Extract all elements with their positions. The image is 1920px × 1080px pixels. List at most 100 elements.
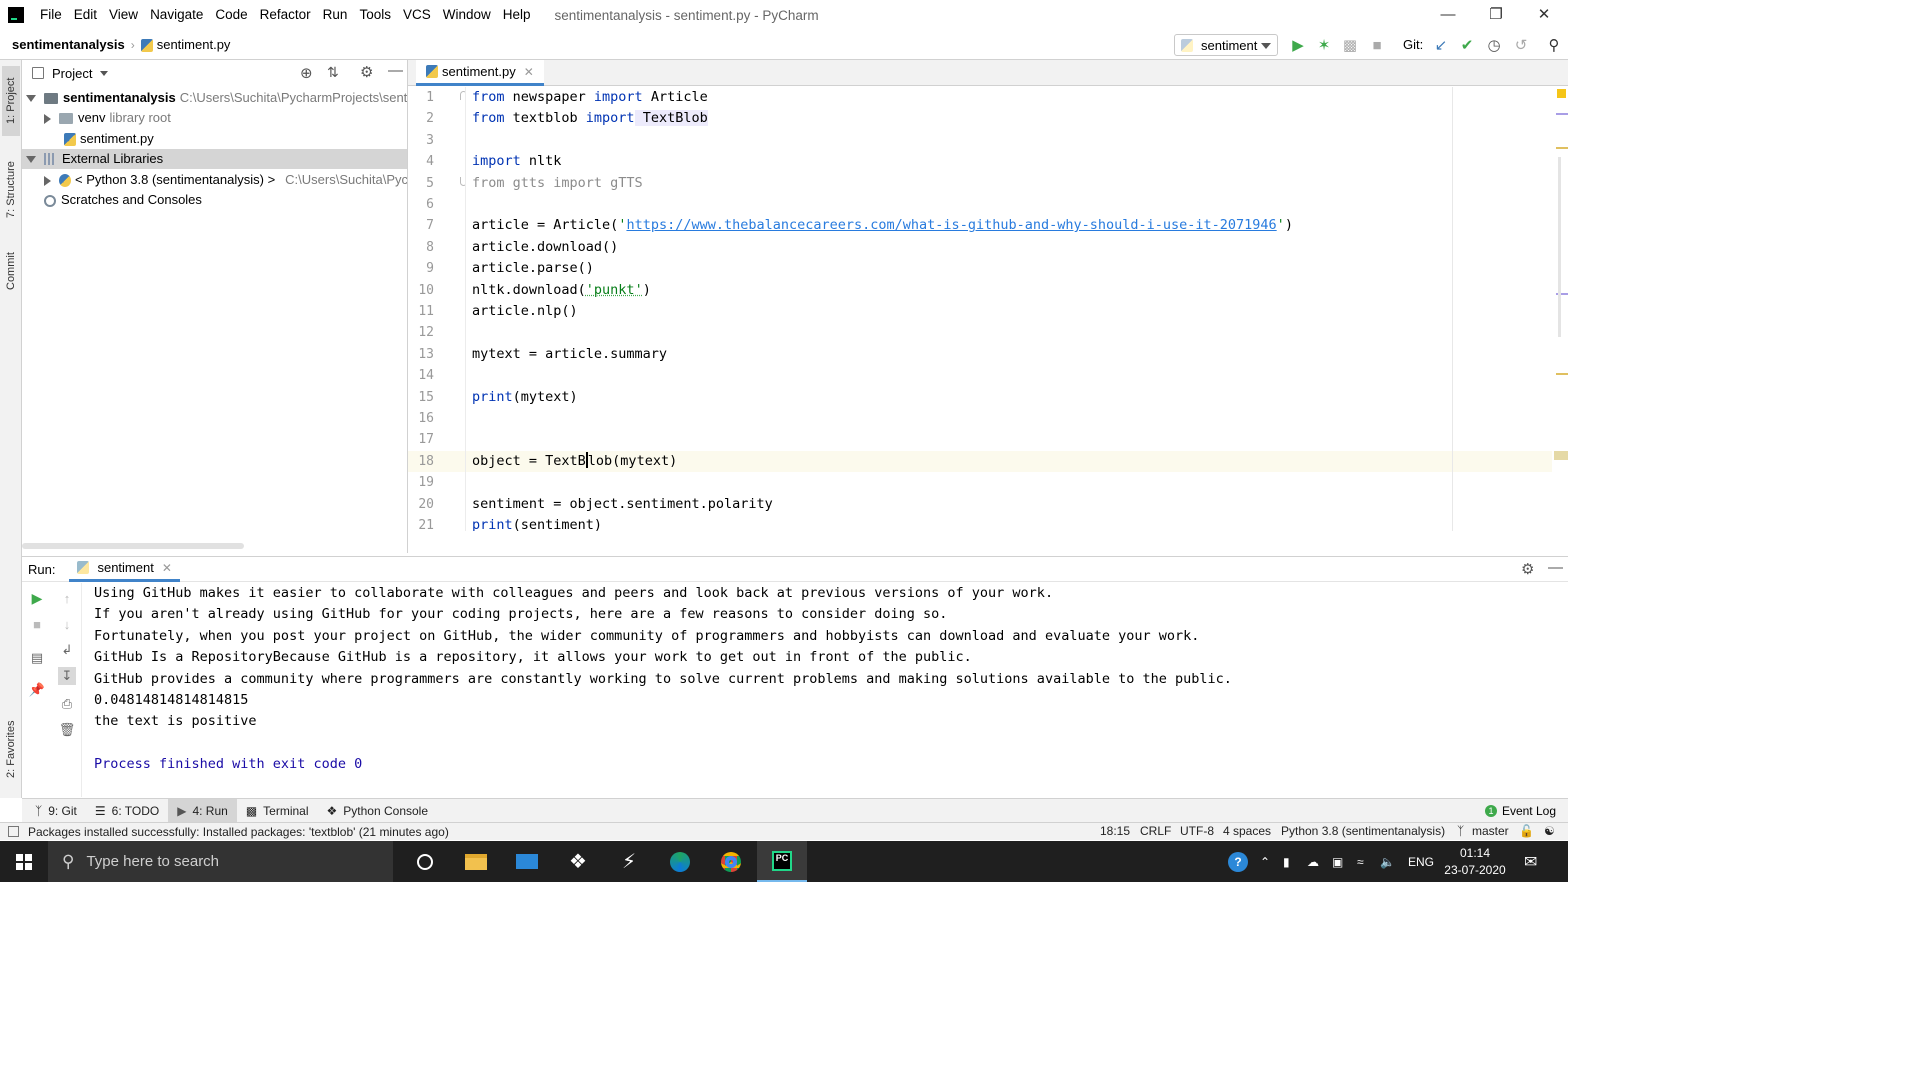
rollback-icon[interactable]: ↺ bbox=[1512, 36, 1530, 54]
breadcrumb-project[interactable]: sentimentanalysis bbox=[12, 37, 125, 52]
chevron-right-icon[interactable] bbox=[44, 175, 51, 186]
run-tab-sentiment[interactable]: sentiment ✕ bbox=[69, 556, 180, 582]
tool-tab-structure[interactable]: 7: Structure bbox=[2, 150, 20, 230]
menu-navigate[interactable]: Navigate bbox=[144, 0, 209, 30]
arrow-up-icon[interactable]: ↑ bbox=[58, 589, 76, 607]
stop-icon[interactable]: ■ bbox=[1368, 36, 1386, 54]
git-branch[interactable]: master bbox=[1472, 824, 1509, 838]
tree-item-project-root[interactable]: sentimentanalysis C:\Users\Suchita\Pychar… bbox=[26, 88, 407, 108]
run-console-output[interactable]: Using GitHub makes it easier to collabor… bbox=[82, 583, 1568, 797]
python-interpreter[interactable]: Python 3.8 (sentimentanalysis) bbox=[1281, 824, 1445, 838]
editor-tab-sentiment-py[interactable]: sentiment.py ✕ bbox=[416, 60, 544, 86]
gear-icon[interactable]: ⚙ bbox=[1521, 560, 1534, 578]
minimize-button[interactable]: — bbox=[1425, 0, 1471, 30]
hide-panel-icon[interactable]: — bbox=[388, 62, 403, 79]
menu-view[interactable]: View bbox=[103, 0, 144, 30]
debug-icon[interactable]: ✶ bbox=[1315, 36, 1333, 54]
locate-icon[interactable]: ⊕ bbox=[300, 64, 313, 82]
history-icon[interactable]: ◷ bbox=[1485, 36, 1503, 54]
coverage-icon[interactable]: ▩ bbox=[1341, 36, 1359, 54]
tree-item-venv[interactable]: venv library root bbox=[44, 108, 171, 128]
event-log-button[interactable]: 1 Event Log bbox=[1484, 799, 1556, 823]
toggle-tool-windows-icon[interactable] bbox=[8, 826, 19, 837]
hide-panel-icon[interactable]: — bbox=[1548, 559, 1563, 576]
soft-wrap-icon[interactable]: ↲ bbox=[58, 641, 76, 659]
task-view-button[interactable] bbox=[400, 841, 450, 882]
dropbox-icon[interactable]: ❖ bbox=[553, 841, 603, 882]
line-separator[interactable]: CRLF bbox=[1140, 824, 1171, 838]
tree-item-sentiment-py[interactable]: sentiment.py bbox=[64, 129, 154, 149]
tool-tab-project[interactable]: 1: Project bbox=[2, 66, 20, 136]
menu-refactor[interactable]: Refactor bbox=[254, 0, 317, 30]
chevron-right-icon[interactable] bbox=[44, 113, 51, 124]
tree-item-scratches[interactable]: Scratches and Consoles bbox=[44, 190, 202, 210]
chevron-down-icon[interactable] bbox=[26, 156, 36, 164]
tree-item-external-libraries[interactable]: External Libraries bbox=[22, 149, 407, 169]
mail-icon[interactable] bbox=[502, 841, 552, 882]
menu-code[interactable]: Code bbox=[209, 0, 253, 30]
help-icon[interactable]: ? bbox=[1228, 841, 1248, 882]
file-explorer-icon[interactable] bbox=[451, 841, 501, 882]
search-everywhere-icon[interactable]: ⚲ bbox=[1545, 36, 1563, 54]
lock-icon[interactable]: 🔓 bbox=[1519, 824, 1534, 838]
editor-error-stripe[interactable] bbox=[1552, 87, 1568, 531]
chrome-browser-icon[interactable] bbox=[706, 841, 756, 882]
close-window-button[interactable]: ✕ bbox=[1521, 0, 1567, 30]
run-configuration-select[interactable]: sentiment bbox=[1174, 34, 1278, 56]
tree-item-python-sdk[interactable]: < Python 3.8 (sentimentanalysis) > C:\Use… bbox=[44, 170, 407, 190]
pin-icon[interactable]: 📌 bbox=[28, 681, 46, 699]
collapse-all-icon[interactable]: ⇅ bbox=[327, 64, 339, 81]
onedrive-icon[interactable]: ☁ bbox=[1307, 841, 1319, 882]
menu-window[interactable]: Window bbox=[437, 0, 497, 30]
clock[interactable]: 01:14 23-07-2020 bbox=[1440, 841, 1510, 882]
menu-help[interactable]: Help bbox=[497, 0, 537, 30]
tool-tab-commit[interactable]: Commit bbox=[2, 242, 20, 300]
scroll-to-end-icon[interactable]: ↧ bbox=[58, 667, 76, 685]
tool-tab-terminal[interactable]: ▩ Terminal bbox=[237, 799, 318, 823]
caret-position[interactable]: 18:15 bbox=[1100, 824, 1130, 838]
print-icon[interactable]: ⎙ bbox=[58, 695, 76, 713]
layout-icon[interactable]: ▤ bbox=[28, 649, 46, 667]
restore-button[interactable]: ❐ bbox=[1473, 0, 1519, 30]
volume-icon[interactable]: 🔈 bbox=[1380, 841, 1395, 882]
chevron-down-icon[interactable] bbox=[26, 95, 36, 103]
arrow-down-icon[interactable]: ↓ bbox=[58, 615, 76, 633]
file-encoding[interactable]: UTF-8 bbox=[1180, 824, 1214, 838]
inspection-warning-icon[interactable] bbox=[1557, 89, 1566, 98]
gear-icon[interactable]: ⚙ bbox=[360, 63, 373, 81]
display-icon[interactable]: ▣ bbox=[1332, 841, 1343, 882]
menu-edit[interactable]: Edit bbox=[68, 0, 103, 30]
stop-icon[interactable]: ■ bbox=[28, 615, 46, 633]
pycharm-taskbar-icon[interactable]: PC bbox=[757, 841, 807, 882]
git-update-icon[interactable]: ↙ bbox=[1432, 36, 1450, 54]
start-button[interactable] bbox=[0, 841, 48, 882]
code-editor[interactable]: from newspaper import Article from textb… bbox=[466, 87, 1552, 531]
status-message[interactable]: Packages installed successfully: Install… bbox=[28, 825, 449, 839]
menu-tools[interactable]: Tools bbox=[353, 0, 397, 30]
battery-icon[interactable]: ▮ bbox=[1283, 841, 1290, 882]
tool-tab-favorites[interactable]: 2: Favorites bbox=[2, 710, 20, 788]
tool-tab-git[interactable]: ᛉ 9: Git bbox=[26, 799, 86, 823]
project-panel-title[interactable]: Project bbox=[52, 66, 92, 81]
article-url-link[interactable]: https://www.thebalancecareers.com/what-i… bbox=[626, 217, 1276, 233]
rerun-icon[interactable]: ▶ bbox=[28, 589, 46, 607]
indent-setting[interactable]: 4 spaces bbox=[1223, 824, 1271, 838]
breadcrumb-file[interactable]: sentiment.py bbox=[140, 37, 230, 53]
menu-run[interactable]: Run bbox=[317, 0, 354, 30]
project-horizontal-scrollbar[interactable] bbox=[22, 543, 244, 549]
show-hidden-icons-icon[interactable]: ⌃ bbox=[1260, 841, 1270, 882]
close-tab-icon[interactable]: ✕ bbox=[162, 561, 172, 575]
menu-file[interactable]: File bbox=[34, 0, 68, 30]
app-icon[interactable]: ⚡ bbox=[604, 841, 654, 882]
memory-indicator-icon[interactable]: ☯ bbox=[1544, 824, 1555, 838]
taskbar-search-box[interactable]: ⚲ Type here to search bbox=[48, 841, 393, 882]
tool-tab-python-console[interactable]: ❖ Python Console bbox=[318, 799, 438, 823]
tool-tab-todo[interactable]: ☰ 6: TODO bbox=[86, 799, 168, 823]
notifications-icon[interactable]: ✉ bbox=[1524, 841, 1537, 882]
input-language[interactable]: ENG bbox=[1408, 841, 1434, 882]
git-commit-icon[interactable]: ✔ bbox=[1458, 36, 1476, 54]
run-icon[interactable]: ▶ bbox=[1289, 36, 1307, 54]
close-tab-icon[interactable]: ✕ bbox=[524, 65, 534, 79]
edge-browser-icon[interactable] bbox=[655, 841, 705, 882]
tool-tab-run[interactable]: ▶ 4: Run bbox=[168, 798, 237, 823]
